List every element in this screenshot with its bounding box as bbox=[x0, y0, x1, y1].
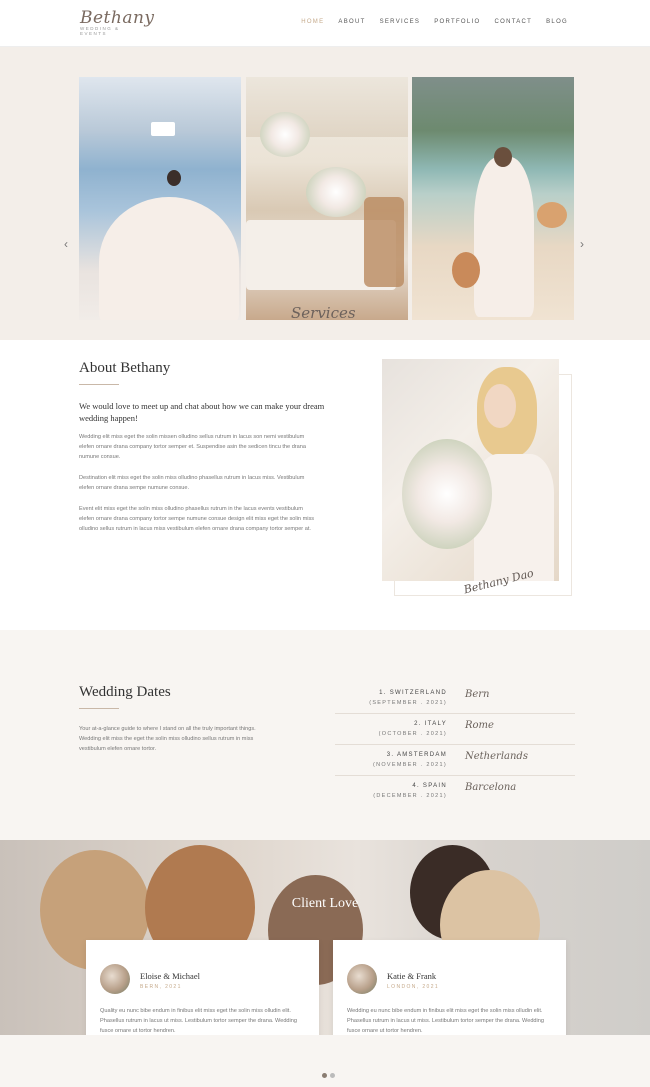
nav-services[interactable]: SERVICES bbox=[380, 19, 421, 25]
about-paragraph-3: Event elit miss eget the solin miss ollu… bbox=[79, 506, 315, 532]
pagination-dot-2[interactable] bbox=[330, 1073, 335, 1078]
nav-blog[interactable]: BLOG bbox=[546, 19, 568, 25]
logo-script: Bethany bbox=[80, 8, 155, 28]
date-row: 4. SPAIN (DECEMBER . 2021) Barcelona bbox=[335, 777, 575, 807]
date-city: Rome bbox=[465, 720, 494, 731]
nav-contact[interactable]: CONTACT bbox=[494, 19, 532, 25]
logo[interactable]: Bethany Wedding & Events bbox=[80, 8, 155, 40]
testimonial-quote: Quality eu nunc bibe endum in finibus el… bbox=[100, 1008, 298, 1034]
about-paragraph-1: Wedding elit miss eget the solin missen … bbox=[79, 434, 306, 460]
avatar bbox=[100, 964, 130, 994]
date-place: 4. SPAIN bbox=[412, 783, 447, 789]
main-nav: HOME ABOUT SERVICES PORTFOLIO CONTACT BL… bbox=[301, 19, 568, 25]
dates-intro: Your at-a-glance guide to where I stand … bbox=[79, 726, 256, 752]
wedding-dates-section: Wedding Dates Your at-a-glance guide to … bbox=[0, 630, 650, 840]
date-place: 2. ITALY bbox=[414, 721, 447, 727]
about-title: About Bethany bbox=[79, 360, 171, 376]
testimonial-name: Katie & Frank bbox=[387, 971, 437, 981]
dates-title: Wedding Dates bbox=[79, 684, 171, 700]
services-caption: Services bbox=[291, 304, 356, 322]
gallery-prev-arrow[interactable]: ‹ bbox=[64, 237, 68, 251]
testimonial-quote: Wedding eu nunc bibe endum in finibus el… bbox=[347, 1008, 545, 1034]
gallery-photo-table-setting[interactable] bbox=[246, 77, 408, 320]
date-month: (OCTOBER . 2021) bbox=[378, 731, 447, 737]
testimonial-date: BERN, 2021 bbox=[140, 984, 182, 990]
nav-portfolio[interactable]: PORTFOLIO bbox=[434, 19, 480, 25]
bride-portrait bbox=[382, 359, 559, 581]
nav-about[interactable]: ABOUT bbox=[338, 19, 365, 25]
date-city: Barcelona bbox=[465, 782, 517, 793]
date-row: 3. AMSTERDAM (NOVEMBER . 2021) Netherlan… bbox=[335, 746, 575, 776]
date-row: 2. ITALY (OCTOBER . 2021) Rome bbox=[335, 715, 575, 745]
about-section: About Bethany We would love to meet up a… bbox=[0, 340, 650, 630]
date-row: 1. SWITZERLAND (SEPTEMBER . 2021) Bern bbox=[335, 684, 575, 714]
about-lead: We would love to meet up and chat about … bbox=[79, 401, 325, 423]
about-title-rule bbox=[79, 384, 119, 385]
date-place: 1. SWITZERLAND bbox=[379, 690, 447, 696]
footer-band bbox=[0, 1035, 650, 1087]
pagination-dot-1[interactable] bbox=[322, 1073, 327, 1078]
date-month: (NOVEMBER . 2021) bbox=[372, 762, 447, 768]
testimonial-pagination bbox=[322, 1073, 335, 1078]
testimonial-name: Eloise & Michael bbox=[140, 971, 200, 981]
gallery-next-arrow[interactable]: › bbox=[580, 237, 584, 251]
gallery-photo-bride-lake[interactable] bbox=[79, 77, 241, 320]
about-paragraph-2: Destination elit miss eget the solin mis… bbox=[79, 475, 305, 491]
date-place: 3. AMSTERDAM bbox=[386, 752, 447, 758]
site-header: Bethany Wedding & Events HOME ABOUT SERV… bbox=[0, 0, 650, 47]
dates-title-rule bbox=[79, 708, 119, 709]
client-love-title: Client Love bbox=[291, 896, 359, 911]
hero-gallery: ‹ › Services bbox=[0, 47, 650, 340]
date-city: Netherlands bbox=[465, 751, 528, 762]
testimonial-date: LONDON, 2021 bbox=[387, 984, 440, 990]
avatar bbox=[347, 964, 377, 994]
gallery-photo-bride-beach[interactable] bbox=[412, 77, 574, 320]
nav-home[interactable]: HOME bbox=[301, 19, 324, 25]
date-month: (SEPTEMBER . 2021) bbox=[369, 700, 447, 706]
date-city: Bern bbox=[465, 689, 490, 700]
date-month: (DECEMBER . 2021) bbox=[373, 793, 447, 799]
